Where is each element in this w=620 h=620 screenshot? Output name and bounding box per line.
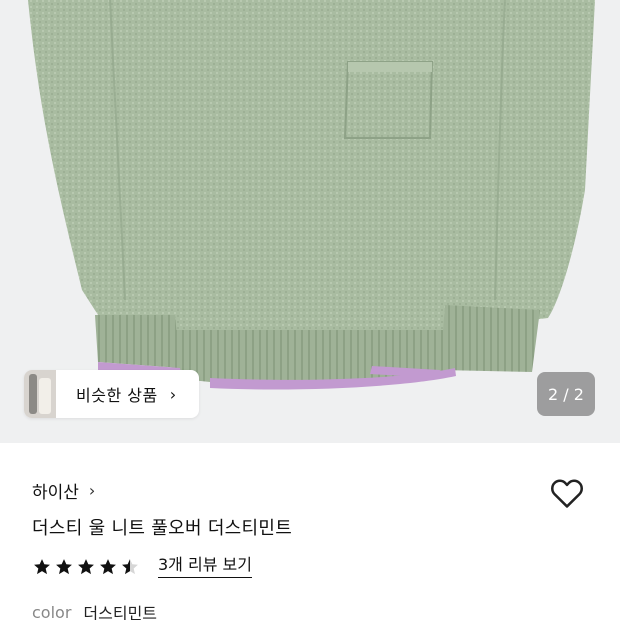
star-icon [34, 558, 50, 574]
star-icon [56, 558, 72, 574]
similar-product-thumbnail [24, 370, 56, 418]
color-option: color 더스티민트 [32, 600, 157, 620]
image-page-counter: 2 / 2 [537, 372, 595, 416]
heart-outline-icon[interactable] [548, 474, 586, 512]
star-icon [100, 558, 116, 574]
similar-products-label: 비슷한 상품 [76, 386, 158, 405]
star-rating [32, 557, 142, 577]
chevron-right-icon: › [88, 481, 96, 500]
product-image-gallery[interactable]: 비슷한 상품 › 2 / 2 [0, 0, 620, 443]
chevron-right-icon: › [169, 384, 177, 404]
product-title: 더스티 울 니트 풀오버 더스티민트 [32, 518, 293, 539]
brand-name: 하이산 [32, 483, 79, 503]
star-icon [78, 558, 94, 574]
brand-link[interactable]: 하이산 › [32, 478, 95, 503]
star-half-icon [122, 558, 138, 574]
option-value: 더스티민트 [83, 604, 158, 620]
option-label: color [32, 602, 72, 620]
rating-row: 3개 리뷰 보기 [32, 555, 252, 578]
similar-products-button[interactable]: 비슷한 상품 › [24, 370, 199, 418]
view-reviews-link[interactable]: 3개 리뷰 보기 [158, 555, 252, 578]
